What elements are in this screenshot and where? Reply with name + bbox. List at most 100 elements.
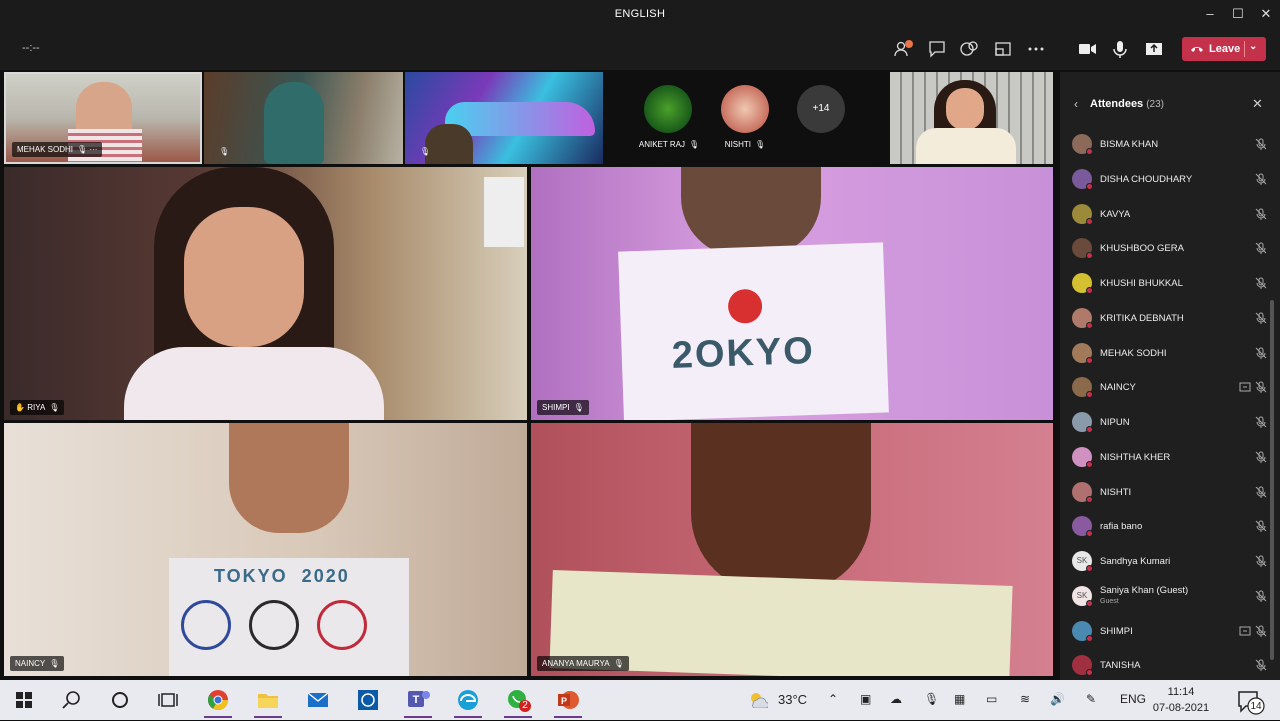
mic-off-icon[interactable] [1255, 485, 1267, 498]
clock[interactable]: 11:14 07-08-2021 [1150, 684, 1212, 716]
attendee-row[interactable]: NISHTI [1072, 474, 1267, 508]
mic-off-icon[interactable] [1255, 658, 1267, 672]
maximize-icon[interactable]: ☐ [1223, 4, 1253, 24]
attendee-name: Saniya Khan (Guest) [1100, 584, 1189, 596]
volume-icon[interactable]: 🔊 [1050, 692, 1065, 706]
olympic-ring-blue [181, 600, 231, 650]
back-icon[interactable]: ‹ [1074, 97, 1078, 111]
attendee-row[interactable]: SK Saniya Khan (Guest) Guest [1072, 578, 1267, 612]
mic-off-icon[interactable] [1255, 207, 1267, 220]
mic-off-icon[interactable] [1255, 450, 1267, 463]
video-tile-3[interactable]: 🎙 [405, 72, 603, 164]
attendee-row[interactable]: NISHTHA KHER [1072, 439, 1267, 473]
file-explorer-icon[interactable] [250, 686, 286, 718]
notifications-icon[interactable]: 14 [1232, 688, 1272, 716]
attendee-name: NIPUN [1100, 417, 1130, 428]
attendees-scrollbar[interactable] [1270, 300, 1274, 660]
presence-dot [1086, 634, 1093, 642]
app-tray-icon[interactable]: ▣ [860, 692, 871, 706]
share-screen-icon[interactable] [1143, 38, 1165, 60]
show-hidden-icons-icon[interactable]: ⌃ [828, 692, 838, 706]
sign-text: 2OKYO [671, 329, 816, 377]
chrome-icon[interactable] [200, 686, 236, 718]
attendee-name: KHUSHBOO GERA [1100, 243, 1184, 255]
attendee-row[interactable]: NIPUN [1072, 404, 1267, 438]
teams-icon[interactable]: T [400, 686, 436, 718]
participant-face [691, 423, 871, 593]
mic-off-icon[interactable] [1255, 172, 1267, 185]
attendee-row[interactable]: MEHAK SODHI [1072, 335, 1267, 369]
attendee-row[interactable]: KHUSHBOO GERA [1072, 230, 1267, 264]
video-tile-2[interactable]: 🎙 [204, 72, 403, 164]
mic-off-icon[interactable] [1255, 137, 1267, 150]
weather-icon[interactable] [748, 690, 769, 709]
mic-off-icon: 🎙 [77, 145, 88, 154]
mic-off-icon[interactable] [1255, 415, 1267, 428]
pen-icon[interactable]: ✎ [1086, 692, 1096, 706]
phone-icon [1191, 47, 1203, 52]
mic-off-icon[interactable] [1255, 276, 1267, 289]
presence-dot [1086, 287, 1093, 294]
attendee-row[interactable]: KAVYA [1072, 196, 1267, 230]
language-indicator[interactable]: ENG [1120, 692, 1146, 706]
leave-button[interactable]: Leave ⌄ [1182, 37, 1266, 61]
video-tile-naincy[interactable]: TOKYO 2020 NAINCY 🎙 [4, 423, 527, 676]
mic-off-icon[interactable] [1255, 346, 1267, 359]
attendee-row[interactable]: rafia bano [1072, 508, 1267, 542]
battery-icon[interactable]: ▭ [986, 692, 997, 706]
video-tile-ananya[interactable]: ANANYA MAURYA 🎙 [531, 423, 1053, 676]
attendee-row[interactable]: BISMA KHAN [1072, 126, 1267, 160]
more-options-icon[interactable] [1025, 38, 1047, 60]
cortana-icon[interactable] [102, 686, 138, 714]
temperature[interactable]: 33°C [778, 692, 807, 707]
chat-icon[interactable] [926, 38, 948, 60]
attendee-row[interactable]: KHUSHI BHUKKAL [1072, 265, 1267, 299]
attendee-row[interactable]: NAINCY [1072, 369, 1267, 403]
more-participants-button[interactable]: +14 [797, 85, 845, 133]
windows-start-icon[interactable] [6, 686, 42, 714]
attendee-row[interactable]: TANISHA [1072, 647, 1267, 681]
search-icon[interactable] [54, 686, 90, 714]
video-tile-shimpi[interactable]: 2OKYO SHIMPI 🎙 [531, 167, 1053, 420]
avatar-nishti[interactable] [721, 85, 769, 133]
participant-face [946, 88, 984, 130]
mic-off-icon[interactable] [1255, 589, 1267, 602]
attendee-role: Guest [1100, 597, 1119, 605]
video-tile-mehak[interactable]: MEHAK SODHI 🎙 ··· [4, 72, 202, 164]
meet-now-icon[interactable]: ▦ [954, 692, 965, 706]
whatsapp-icon[interactable]: 2 [500, 686, 536, 718]
video-tile-riya[interactable]: ✋ RIYA 🎙 [4, 167, 527, 420]
mic-off-icon[interactable] [1255, 624, 1267, 637]
close-panel-icon[interactable]: ✕ [1252, 96, 1263, 112]
participants-icon[interactable] [893, 38, 915, 60]
avatar-aniket[interactable] [644, 85, 692, 133]
mic-off-icon[interactable] [1255, 241, 1267, 255]
app-icon[interactable] [350, 686, 386, 714]
task-view-icon[interactable] [150, 686, 186, 714]
mail-icon[interactable] [300, 686, 336, 714]
camera-icon[interactable] [1076, 38, 1098, 60]
mic-off-icon[interactable] [1255, 311, 1267, 324]
attendee-name: MEHAK SODHI [1100, 347, 1167, 359]
video-tile-teacher[interactable] [890, 72, 1053, 164]
rooms-icon[interactable] [992, 38, 1014, 60]
microphone-icon[interactable] [1109, 38, 1131, 60]
close-window-icon[interactable]: ✕ [1251, 4, 1280, 24]
mic-off-icon[interactable] [1255, 380, 1267, 394]
participant-face [184, 207, 304, 347]
attendee-row[interactable]: KRITIKA DEBNATH [1072, 300, 1267, 334]
mic-tray-icon[interactable]: 🎙 [924, 692, 939, 706]
reactions-icon[interactable] [958, 38, 980, 60]
powerpoint-icon[interactable]: P [550, 686, 586, 718]
attendee-row[interactable]: SK Sandhya Kumari [1072, 543, 1267, 577]
attendee-name: KRITIKA DEBNATH [1100, 312, 1184, 324]
chevron-down-icon[interactable]: ⌄ [1249, 41, 1257, 52]
attendee-row[interactable]: DISHA CHOUDHARY [1072, 161, 1267, 195]
mic-off-icon[interactable] [1255, 554, 1267, 567]
cloud-icon[interactable]: ☁ [890, 692, 902, 706]
wifi-icon[interactable]: ≋ [1020, 692, 1030, 706]
mic-off-icon[interactable] [1255, 519, 1267, 533]
attendee-row[interactable]: SHIMPI [1072, 613, 1267, 647]
edge-icon[interactable] [450, 686, 486, 718]
minimize-icon[interactable]: – [1195, 4, 1225, 24]
